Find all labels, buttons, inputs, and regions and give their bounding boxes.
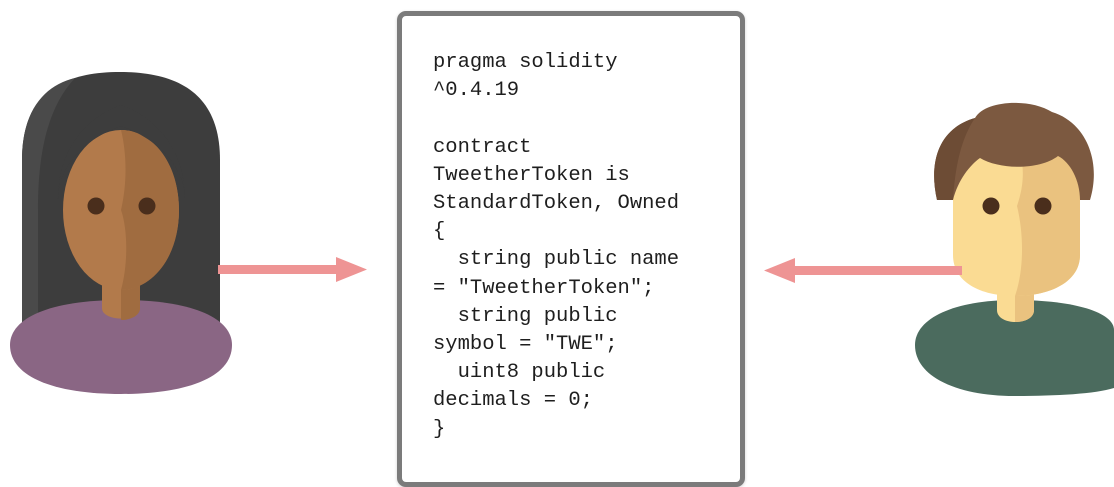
code-line-4: contract — [433, 135, 532, 159]
code-line-13: decimals = 0; — [433, 389, 593, 413]
code-line-5: TweetherToken is — [433, 163, 630, 187]
code-line-1: pragma solidity — [433, 51, 618, 74]
man-avatar-icon — [915, 102, 1114, 396]
code-line-14: } — [433, 417, 446, 441]
code-line-9: = "TweetherToken"; — [433, 276, 655, 300]
code-line-6: StandardToken, Owned — [433, 192, 680, 216]
code-line-7: { — [433, 220, 446, 244]
code-line-11: symbol = "TWE"; — [433, 333, 618, 357]
contract-code: pragma solidity ^0.4.19 contract Tweethe… — [433, 49, 679, 444]
woman-avatar-icon — [10, 72, 232, 394]
arrow-right-icon — [218, 257, 367, 282]
code-line-10: string public — [433, 304, 618, 328]
code-line-8: string public name — [433, 248, 680, 272]
code-line-2: ^0.4.19 — [433, 79, 520, 103]
code-line-12: uint8 public — [433, 361, 606, 385]
contract-code-card: pragma solidity ^0.4.19 contract Tweethe… — [397, 11, 745, 487]
arrow-left-icon — [764, 258, 962, 283]
